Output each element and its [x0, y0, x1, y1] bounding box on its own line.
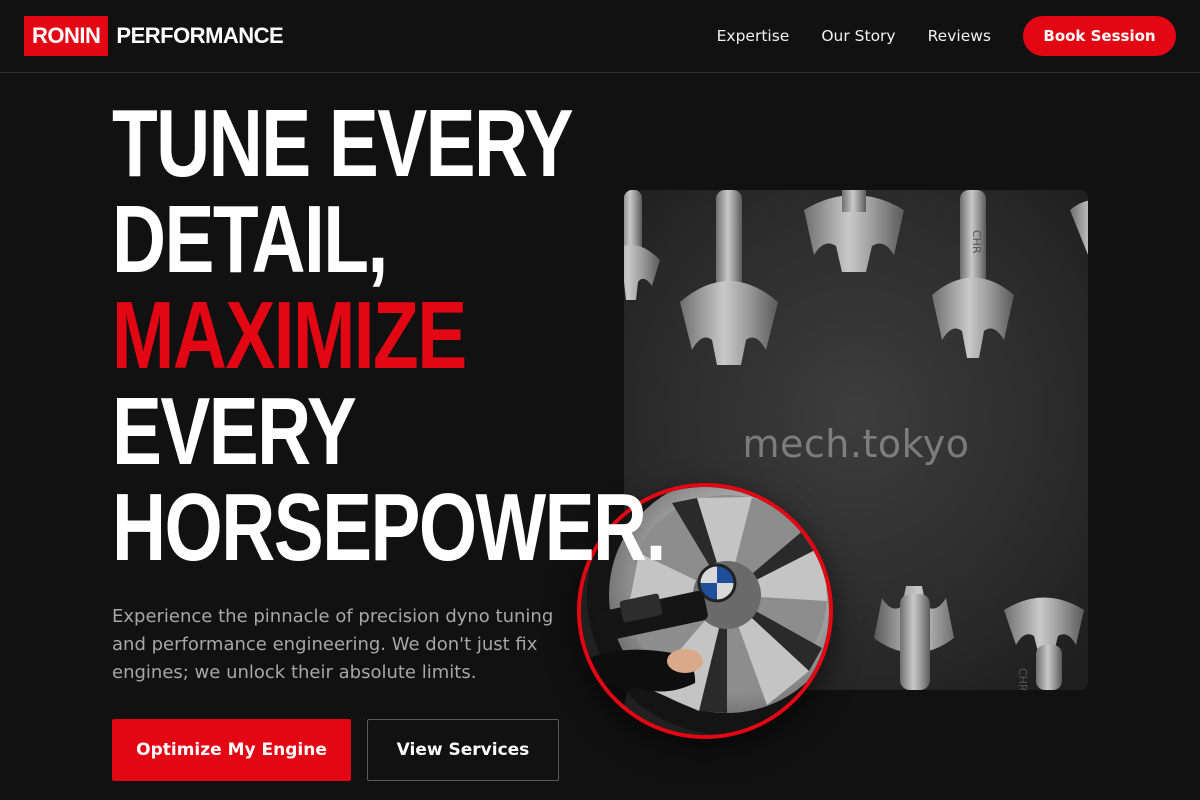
site-header: RONIN PERFORMANCE Expertise Our Story Re…: [0, 0, 1200, 73]
nav-link-expertise[interactable]: Expertise: [717, 27, 790, 45]
main-nav: Expertise Our Story Reviews Book Session: [717, 16, 1176, 56]
brand-logo[interactable]: RONIN PERFORMANCE: [24, 16, 284, 56]
svg-text:CHR: CHR: [970, 230, 983, 254]
image-watermark: mech.tokyo: [742, 422, 970, 466]
svg-text:CHR: CHR: [1016, 668, 1029, 690]
brand-mark: RONIN: [24, 16, 109, 56]
optimize-engine-button[interactable]: Optimize My Engine: [112, 719, 351, 781]
headline-line-5: HORSEPOWER.: [112, 474, 666, 581]
book-session-button[interactable]: Book Session: [1023, 16, 1176, 56]
headline-accent: MAXIMIZE: [112, 282, 467, 389]
nav-link-reviews[interactable]: Reviews: [928, 27, 991, 45]
brand-name: PERFORMANCE: [116, 23, 284, 48]
nav-link-our-story[interactable]: Our Story: [821, 27, 895, 45]
headline-line-4: EVERY: [112, 378, 357, 485]
hero-headline: TUNE EVERY DETAIL, MAXIMIZE EVERY HORSEP…: [112, 90, 666, 581]
hero-description: Experience the pinnacle of precision dyn…: [112, 606, 554, 683]
view-services-button[interactable]: View Services: [367, 719, 559, 781]
headline-line-2: DETAIL,: [112, 186, 388, 293]
headline-line-1: TUNE EVERY: [112, 90, 574, 197]
